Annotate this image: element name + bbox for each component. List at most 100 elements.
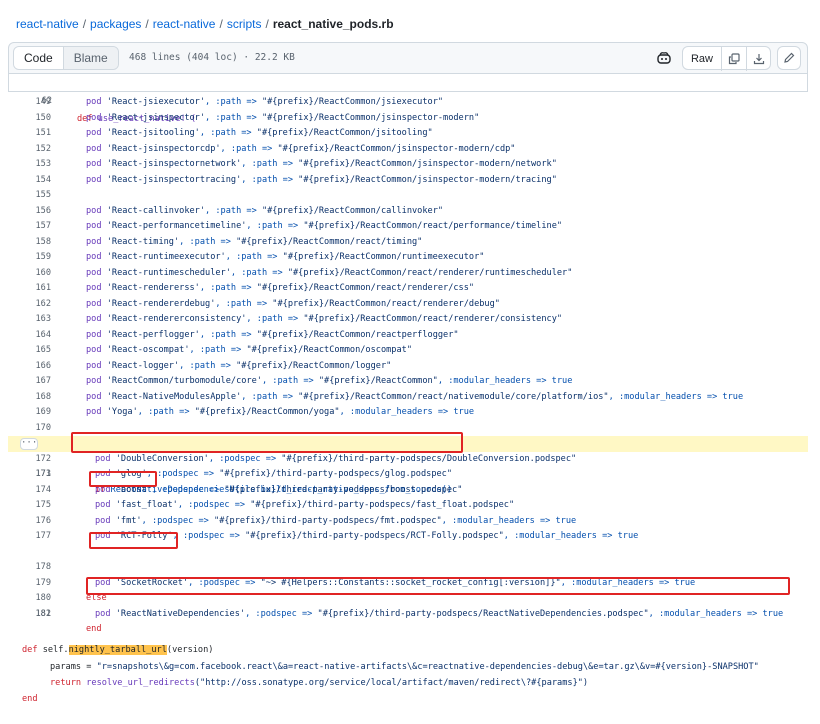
pod-name: 'React-rendererss' [106,283,200,293]
line-number[interactable]: 160 [8,266,51,282]
copy-icon [728,53,740,65]
podspec-key: , :podspec => [141,515,215,526]
code-line: 157 pod 'React-performancetimeline', :pat… [8,219,808,235]
pod-name: 'React-jsinspectortracing' [106,174,242,185]
pod-keyword: pod [95,531,111,541]
podspec-key: , :podspec => [146,469,220,479]
code-line: 162 pod 'React-rendererdebug', :path => "… [8,297,808,313]
code-tab[interactable]: Code [14,47,64,69]
line-number[interactable]: 167 [8,374,51,390]
breadcrumb-react-native-link[interactable]: react-native [153,17,216,31]
path-key: , :path => [241,174,299,185]
code-line: 172 pod 'DoubleConversion', :podspec => "… [8,452,808,468]
path-key: , :path => [179,360,237,371]
code-view-continued: def self.nightly_tarball_url(version) pa… [22,626,812,704]
code-line: 180 pod 'ReactNativeDependencies', :pods… [8,576,808,619]
line-number[interactable]: 154 [8,173,51,189]
pod-name: 'ReactCommon/turbomodule/core' [106,376,262,386]
code-line: 181 end [8,591,808,635]
edit-button[interactable] [777,46,801,70]
line-number[interactable]: 161 [8,281,51,297]
line-number[interactable]: 166 [8,359,51,375]
line-number[interactable]: 158 [8,235,51,251]
pod-keyword: pod [86,314,102,324]
line-number[interactable]: 153 [8,157,51,173]
breadcrumb-scripts-link[interactable]: scripts [227,17,262,31]
line-number[interactable]: 149 [8,95,51,111]
code-line: 164 pod 'React-perflogger', :path => "#{p… [8,328,808,344]
line-number[interactable]: 170 [8,421,51,437]
code-line: 165 pod 'React-oscompat', :path => "#{pre… [8,343,808,359]
line-number[interactable]: 164 [8,328,51,344]
pod-keyword: pod [86,112,102,123]
pod-options: , :modular_headers => true [608,391,744,402]
path-key: , :path => [179,236,237,247]
path-key: , :path => [241,159,299,169]
pod-keyword: pod [86,128,102,138]
path-value: "#{prefix}/ReactCommon/react/renderer/co… [303,314,563,324]
pod-name: 'React-jsinspectorcdp' [106,143,221,154]
breadcrumb-packages-link[interactable]: packages [90,17,141,31]
download-button[interactable] [746,47,770,71]
copilot-button[interactable] [652,46,676,70]
code-line: 179 else [8,560,808,604]
line-number[interactable]: 159 [8,250,51,266]
path-value: "#{prefix}/ReactCommon/react/timing" [236,236,423,247]
code-line: 176 pod 'fmt', :podspec => "#{prefix}/thi… [8,514,808,530]
pod-name: 'React-oscompat' [106,345,190,355]
line-number[interactable]: 176 [8,514,51,530]
code-line: return resolve_url_redirects("http://oss… [22,659,812,688]
path-value: "#{prefix}/ReactCommon/react/nativemodul… [298,391,609,402]
path-key: , :path => [241,391,299,402]
line-number[interactable]: 168 [8,390,51,406]
blame-tab[interactable]: Blame [63,47,118,69]
pod-keyword: pod [95,515,111,526]
pod-name: 'React-performancetimeline' [106,221,247,231]
path-value: "#{prefix}/ReactCommon/jsinspector-moder… [298,174,557,185]
path-key: , :path => [230,267,288,278]
line-number[interactable]: 165 [8,343,51,359]
line-number[interactable]: 155 [8,188,51,204]
line-number[interactable]: 169 [8,405,51,421]
line-options-button[interactable]: ··· [20,438,38,450]
code-line: 156 pod 'React-callinvoker', :path => "#{… [8,204,808,220]
line-number[interactable]: 156 [8,204,51,220]
path-key: , :path => [199,329,257,340]
line-number[interactable]: 182 [8,607,51,623]
code-line: 174 pod 'boost', :podspec => "#{prefix}/t… [8,483,808,499]
path-value: "#{prefix}/ReactCommon/jsinspector-moder… [298,159,557,169]
line-number[interactable]: 162 [8,297,51,313]
copy-raw-button[interactable] [722,47,746,71]
breadcrumb-separator: / [219,17,223,31]
code-line: 169 pod 'Yoga', :path => "#{prefix}/React… [8,405,808,421]
pod-keyword: pod [86,267,102,278]
pod-name: 'React-jsinspectornetwork' [106,159,242,169]
pod-options: , :modular_headers => true [503,531,639,541]
podspec-value: "#{prefix}/third-party-podspecs/DoubleCo… [281,453,577,464]
pencil-icon [784,52,795,63]
line-number[interactable]: 175 [8,498,51,514]
pod-keyword: pod [95,469,111,479]
line-number[interactable]: 152 [8,142,51,158]
pod-group-core: 156 pod 'React-callinvoker' , :path => "#{… [8,204,808,421]
pod-name: 'React-callinvoker' [106,205,206,216]
line-number[interactable]: 151 [8,126,51,142]
code-line: 178 pod 'SocketRocket', :podspec => "~> … [8,545,808,588]
line-number[interactable]: 177 [8,529,51,545]
breadcrumb-repo-link[interactable]: react-native [16,17,79,31]
pod-name: 'fast_float' [115,500,178,510]
pod-keyword: pod [86,236,102,247]
path-value: "#{prefix}/ReactCommon/yoga" [194,407,340,417]
path-value: "#{prefix}/ReactCommon/react/renderer/cs… [256,283,475,293]
line-number[interactable]: 173 [8,467,51,483]
pod-name: 'Yoga' [106,407,138,417]
line-number[interactable]: 172 [8,452,51,468]
line-number[interactable]: 150 [8,111,51,127]
line-number[interactable]: 157 [8,219,51,235]
path-value: "#{prefix}/ReactCommon/jsinspector-moder… [261,112,480,123]
line-number[interactable]: 174 [8,483,51,499]
raw-button[interactable]: Raw [683,47,722,71]
pod-name: 'React-jsiexecutor' [106,97,206,107]
path-key: , :path => [246,314,304,324]
line-number[interactable]: 163 [8,312,51,328]
